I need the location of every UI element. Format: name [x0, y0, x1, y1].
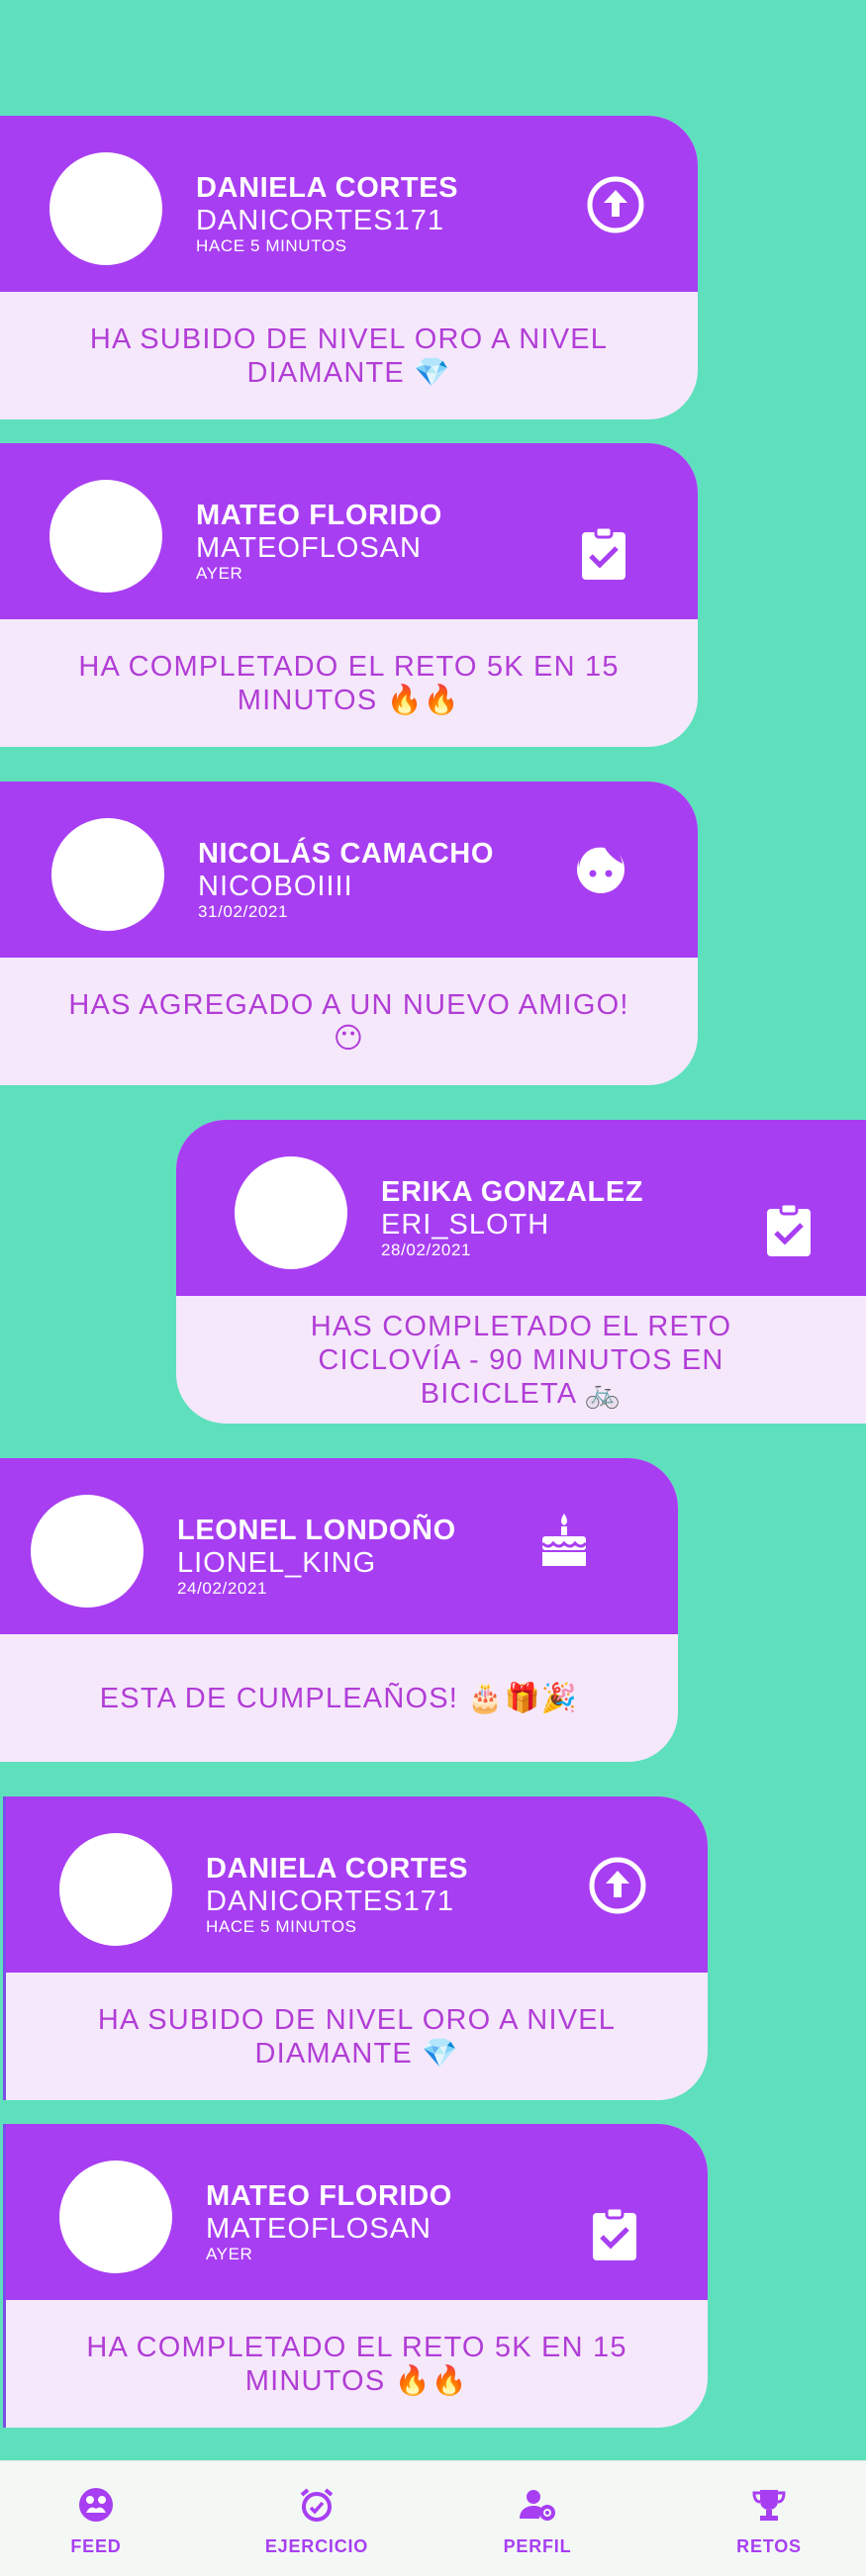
nav-label: EJERCICIO — [264, 2536, 369, 2556]
arrow-circle-up-icon — [588, 1856, 647, 1915]
feed-card-time: AYER — [196, 564, 243, 583]
avatar[interactable] — [59, 2161, 172, 2273]
feed-card-username: DANICORTES171 — [206, 1886, 454, 1917]
feed-card-time: AYER — [206, 2245, 253, 2263]
feed-card[interactable]: LEONEL LONDOÑO LIONEL_KING 24/02/2021 ES… — [0, 1458, 678, 1762]
avatar[interactable] — [235, 1156, 347, 1269]
nav-item-perfil[interactable]: PERFIL — [438, 2461, 636, 2576]
nav-item-ejercicio[interactable]: EJERCICIO — [218, 2461, 416, 2576]
avatar[interactable] — [31, 1495, 144, 1608]
feed-card-header: ERIKA GONZALEZ ERI_SLOTH 28/02/2021 — [176, 1120, 866, 1296]
feed-card-time: 24/02/2021 — [177, 1579, 268, 1598]
feed-card-time: HACE 5 MINUTOS — [196, 236, 347, 255]
face-icon — [571, 838, 630, 897]
cake-icon — [534, 1510, 594, 1569]
feed-card[interactable]: DANIELA CORTES DANICORTES171 HACE 5 MINU… — [3, 1796, 708, 2100]
feed-card-header: LEONEL LONDOÑO LIONEL_KING 24/02/2021 — [0, 1458, 678, 1634]
feed-card-header: DANIELA CORTES DANICORTES171 HACE 5 MINU… — [6, 1796, 708, 1973]
avatar[interactable] — [59, 1833, 172, 1946]
feed-card-header: MATEO FLORIDO MATEOFLOSAN AYER — [6, 2124, 708, 2300]
nav-item-feed[interactable]: FEED — [0, 2461, 195, 2576]
feed-card-username: MATEOFLOSAN — [196, 532, 422, 564]
bottom-nav: FEED EJERCICIO PERFIL RETOS — [0, 2460, 866, 2576]
avatar[interactable] — [49, 152, 162, 265]
feed-card-name: MATEO FLORIDO — [196, 500, 442, 531]
feed-card[interactable]: NICOLÁS CAMACHO NICOBOIIII 31/02/2021 HA… — [0, 782, 698, 1085]
feed-card-message: HAS COMPLETADO EL RETO CICLOVÍA - 90 MIN… — [310, 1310, 732, 1410]
feed-card[interactable]: MATEO FLORIDO MATEOFLOSAN AYER HA COMPLE… — [0, 443, 698, 747]
feed-card-username: NICOBOIIII — [198, 871, 353, 902]
nav-label: PERFIL — [503, 2536, 572, 2556]
nav-label: FEED — [70, 2536, 122, 2556]
feed-card-message: HA COMPLETADO EL RETO 5K EN 15 MINUTOS 🔥… — [86, 2331, 627, 2397]
feed-card-time: 31/02/2021 — [198, 902, 289, 921]
avatar[interactable] — [51, 818, 164, 931]
feed-card-message: HA SUBIDO DE NIVEL ORO A NIVEL DIAMANTE … — [89, 322, 609, 389]
feed-card-header: DANIELA CORTES DANICORTES171 HACE 5 MINU… — [0, 116, 698, 292]
feed-card-name: DANIELA CORTES — [196, 172, 459, 204]
nav-item-retos[interactable]: RETOS — [670, 2461, 866, 2576]
feed-card-header: MATEO FLORIDO MATEOFLOSAN AYER — [0, 443, 698, 619]
feed-card-username: LIONEL_KING — [177, 1547, 377, 1579]
feed-card[interactable]: ERIKA GONZALEZ ERI_SLOTH 28/02/2021 HAS … — [176, 1120, 866, 1424]
feed-card-time: HACE 5 MINUTOS — [206, 1917, 357, 1936]
avatar[interactable] — [49, 480, 162, 593]
feed-card-name: ERIKA GONZALEZ — [381, 1176, 644, 1208]
feed-card-message: ESTA DE CUMPLEAÑOS! 🎂🎁🎉 — [99, 1682, 579, 1714]
clipboard-check-icon — [759, 1201, 818, 1260]
feed-card-username: ERI_SLOTH — [381, 1209, 550, 1241]
arrow-circle-up-icon — [586, 175, 645, 234]
feed-card[interactable]: DANIELA CORTES DANICORTES171 HACE 5 MINU… — [0, 116, 698, 419]
clipboard-check-icon — [585, 2205, 644, 2264]
user-settings-icon — [518, 2485, 557, 2525]
clipboard-check-icon — [574, 524, 633, 584]
nav-label: RETOS — [736, 2536, 802, 2556]
feed-card-username: DANICORTES171 — [196, 205, 444, 236]
trophy-icon — [749, 2485, 789, 2525]
feed-card-name: NICOLÁS CAMACHO — [198, 838, 494, 870]
feed-card-message: HA SUBIDO DE NIVEL ORO A NIVEL DIAMANTE … — [97, 2003, 617, 2070]
feed-icon — [76, 2485, 116, 2525]
feed-card-name: MATEO FLORIDO — [206, 2180, 452, 2212]
feed-card-name: LEONEL LONDOÑO — [177, 1515, 456, 1546]
feed-card-message: HA COMPLETADO EL RETO 5K EN 15 MINUTOS 🔥… — [78, 650, 620, 716]
feed-card-header: NICOLÁS CAMACHO NICOBOIIII 31/02/2021 — [0, 782, 698, 958]
feed-card-message: HAS AGREGADO A UN NUEVO AMIGO! 😶 — [68, 988, 629, 1055]
feed-card-username: MATEOFLOSAN — [206, 2213, 432, 2245]
feed-card-name: DANIELA CORTES — [206, 1853, 469, 1885]
feed-card-time: 28/02/2021 — [381, 1241, 472, 1259]
alarm-clock-icon — [297, 2485, 337, 2525]
feed-card[interactable]: MATEO FLORIDO MATEOFLOSAN AYER HA COMPLE… — [3, 2124, 708, 2428]
